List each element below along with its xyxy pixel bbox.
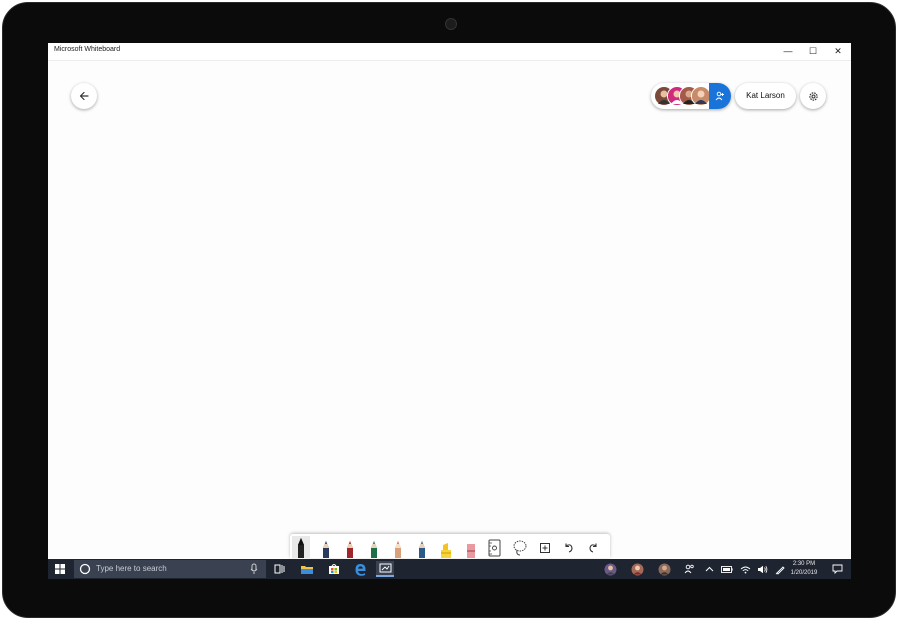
chevron-up-icon[interactable] [700, 561, 718, 577]
clock-time: 2:30 PM [792, 561, 816, 567]
ruler-tool[interactable] [486, 536, 504, 558]
volume-icon[interactable] [753, 561, 771, 577]
redo-icon [589, 543, 597, 553]
screen: Microsoft Whiteboard — ☐ ✕ Kat Larson Ty… [48, 43, 851, 579]
close-button[interactable]: ✕ [826, 43, 850, 60]
redo-button[interactable] [584, 536, 602, 558]
tablet-device: Microsoft Whiteboard — ☐ ✕ Kat Larson Ty… [0, 0, 900, 622]
user-account-button[interactable]: Kat Larson [735, 83, 796, 109]
system-clock[interactable]: 2:30 PM 1/20/2019 [784, 560, 824, 578]
file-explorer-icon[interactable] [298, 561, 316, 577]
pink-pen-tool[interactable] [389, 536, 407, 558]
green-pen-tool[interactable] [365, 536, 383, 558]
store-icon[interactable] [325, 561, 343, 577]
pen-icon [298, 538, 304, 558]
edge-browser-icon[interactable] [351, 561, 369, 577]
people-avatar-icon[interactable] [628, 561, 646, 577]
minimize-button[interactable]: — [776, 43, 800, 60]
back-button[interactable] [71, 83, 97, 109]
clock-date: 1/20/2019 [790, 570, 818, 576]
collaborator-avatar[interactable] [691, 86, 711, 106]
back-arrow-icon [79, 91, 89, 101]
whiteboard-canvas[interactable] [48, 61, 851, 558]
black-pen-tool[interactable] [292, 536, 310, 558]
blue-pen-tool[interactable] [317, 536, 335, 558]
window-title: Microsoft Whiteboard [54, 46, 121, 53]
settings-button[interactable] [800, 83, 826, 109]
pen-icon [371, 541, 377, 558]
wifi-icon[interactable] [736, 561, 754, 577]
collaborators-group[interactable] [651, 83, 731, 109]
search-placeholder: Type here to search [96, 564, 167, 573]
add-person-icon [715, 91, 724, 101]
people-icon[interactable] [680, 561, 698, 577]
pen-icon [323, 541, 329, 558]
maximize-button[interactable]: ☐ [801, 43, 825, 60]
task-view-icon[interactable] [271, 561, 289, 577]
ruler-icon [488, 539, 501, 557]
eraser-icon [467, 544, 475, 558]
pen-icon [347, 541, 353, 558]
highlighter-tool[interactable] [437, 536, 455, 558]
cortana-icon [79, 563, 91, 575]
whiteboard-app-icon[interactable] [376, 561, 394, 577]
ink-toolbar [290, 534, 610, 558]
people-avatar-icon[interactable] [601, 561, 619, 577]
undo-button[interactable] [560, 536, 578, 558]
teal-pen-tool[interactable] [413, 536, 431, 558]
battery-icon[interactable] [718, 561, 736, 577]
pen-icon [419, 541, 425, 558]
taskbar-search-box[interactable]: Type here to search [74, 560, 266, 578]
action-center-icon[interactable] [828, 561, 846, 577]
lasso-icon [513, 540, 527, 556]
add-content-button[interactable] [536, 536, 554, 558]
undo-icon [565, 543, 573, 553]
highlighter-icon [441, 543, 451, 558]
microphone-icon[interactable] [249, 563, 259, 575]
title-bar: Microsoft Whiteboard — ☐ ✕ [48, 43, 851, 61]
red-pen-tool[interactable] [341, 536, 359, 558]
windows-start-icon[interactable] [54, 563, 66, 575]
lasso-tool[interactable] [511, 536, 529, 558]
camera [445, 18, 457, 30]
windows-taskbar: Type here to search 2:30 PM 1/20/2019 [48, 559, 851, 579]
add-icon [540, 543, 550, 553]
people-avatar-icon[interactable] [655, 561, 673, 577]
eraser-tool[interactable] [462, 536, 480, 558]
pen-icon [395, 541, 401, 558]
gear-icon [808, 91, 818, 101]
